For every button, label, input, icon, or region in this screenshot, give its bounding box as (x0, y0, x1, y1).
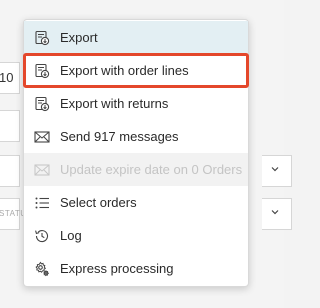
menu-item-label: Express processing (60, 261, 174, 276)
history-icon (34, 228, 50, 244)
export-icon (34, 63, 50, 79)
envelope-icon (34, 162, 50, 178)
menu-item-label: Export with order lines (60, 63, 189, 78)
menu-item-export[interactable]: Export (24, 21, 248, 54)
envelope-icon (34, 129, 50, 145)
export-icon (34, 30, 50, 46)
menu-item-export-with-order-lines[interactable]: Export with order lines (23, 53, 249, 88)
menu-item-send-messages[interactable]: Send 917 messages (24, 120, 248, 153)
chevron-down-icon (270, 207, 280, 220)
background-field[interactable] (0, 155, 20, 187)
background-select[interactable] (262, 198, 292, 230)
background-select[interactable] (262, 155, 292, 187)
menu-item-label: Log (60, 228, 82, 243)
menu-item-label: Send 917 messages (60, 129, 179, 144)
number-field[interactable]: 10 (0, 62, 20, 94)
menu-item-label: Select orders (60, 195, 137, 210)
menu-item-export-with-returns[interactable]: Export with returns (24, 87, 248, 120)
menu-item-express-processing[interactable]: Express processing (24, 252, 248, 285)
menu-item-select-orders[interactable]: Select orders (24, 186, 248, 219)
chevron-down-icon (270, 164, 280, 177)
list-icon (34, 195, 50, 211)
gear-icon (34, 261, 50, 277)
menu-item-log[interactable]: Log (24, 219, 248, 252)
export-icon (34, 96, 50, 112)
actions-dropdown-menu: Export Export with order lines Export wi… (23, 19, 249, 287)
menu-item-label: Export with returns (60, 96, 169, 111)
menu-item-update-expire-date: Update expire date on 0 Orders (24, 153, 248, 186)
status-select[interactable]: STATUS (0, 198, 32, 230)
menu-item-label: Update expire date on 0 Orders (60, 162, 243, 177)
menu-item-label: Export (60, 30, 98, 45)
background-field[interactable] (0, 110, 20, 142)
